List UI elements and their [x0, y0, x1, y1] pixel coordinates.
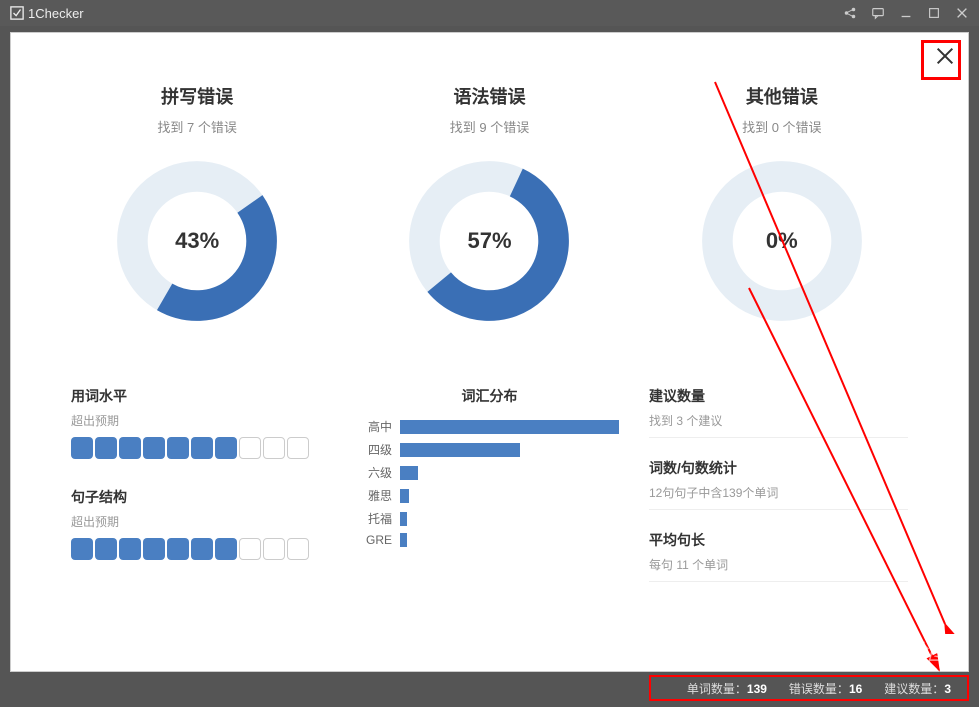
level-square: [263, 437, 285, 459]
vocab-bar-track: [400, 489, 619, 503]
level-square: [95, 437, 117, 459]
app-title: 1Checker: [28, 6, 84, 21]
level-square: [167, 437, 189, 459]
stats-row: 用词水平 超出预期 句子结构 超出预期 词汇分布 高中四级六级雅思托福 GRE 建…: [11, 356, 968, 632]
metric-sentence-structure: 句子结构 超出预期: [71, 487, 330, 560]
summary-subtitle: 每句 11 个单词: [649, 556, 908, 582]
vocab-bar: [400, 443, 520, 457]
donut-charts-row: 拼写错误 找到 7 个错误 43% 语法错误 找到 9 个错误 57%: [11, 33, 968, 356]
donut-percent-label: 0%: [697, 156, 867, 326]
metric-title: 用词水平: [71, 386, 330, 406]
summary-title: 词数/句数统计: [649, 458, 908, 478]
status-word-count: 单词数量：139: [687, 680, 767, 697]
vocab-bar: [400, 533, 407, 547]
maximize-icon[interactable]: [927, 6, 941, 20]
donut-chart: 43%: [112, 156, 282, 326]
status-suggestion-count: 建议数量：3: [884, 680, 951, 697]
minimize-icon[interactable]: [899, 6, 913, 20]
donut-subtitle: 找到 9 个错误: [374, 117, 604, 136]
level-square: [119, 538, 141, 560]
vocab-label: 四级: [360, 441, 392, 458]
level-metrics-col: 用词水平 超出预期 句子结构 超出预期: [71, 386, 330, 602]
vocab-row: 四级: [360, 441, 619, 458]
level-square: [71, 538, 93, 560]
vocab-bar: [400, 489, 409, 503]
donut-subtitle: 找到 0 个错误: [667, 117, 897, 136]
level-square: [287, 538, 309, 560]
donut-percent-label: 57%: [404, 156, 574, 326]
vocab-label: 托福: [360, 510, 392, 527]
vocab-label: 雅思: [360, 487, 392, 504]
level-square: [239, 437, 261, 459]
donut-chart: 0%: [697, 156, 867, 326]
app-logo: 1Checker: [10, 6, 84, 21]
donut-spelling: 拼写错误 找到 7 个错误 43%: [82, 83, 312, 326]
metric-subtitle: 超出预期: [71, 513, 330, 530]
summary-suggestions: 建议数量 找到 3 个建议: [649, 386, 908, 438]
level-square: [215, 538, 237, 560]
metric-subtitle: 超出预期: [71, 412, 330, 429]
summary-avg-length: 平均句长 每句 11 个单词: [649, 530, 908, 582]
vocab-bar: [400, 420, 619, 434]
summary-subtitle: 12句句子中含139个单词: [649, 484, 908, 510]
report-panel: 拼写错误 找到 7 个错误 43% 语法错误 找到 9 个错误 57%: [10, 32, 969, 672]
summary-word-sentence: 词数/句数统计 12句句子中含139个单词: [649, 458, 908, 510]
level-square: [263, 538, 285, 560]
vocab-row: 托福: [360, 510, 619, 527]
feedback-icon[interactable]: [871, 6, 885, 20]
level-square: [167, 538, 189, 560]
metric-title: 句子结构: [71, 487, 330, 507]
level-square: [71, 437, 93, 459]
level-square: [239, 538, 261, 560]
vocab-row: 六级: [360, 464, 619, 481]
vocab-bar-track: [400, 443, 619, 457]
level-square: [143, 538, 165, 560]
vocab-bar-track: [400, 420, 619, 434]
summary-title: 建议数量: [649, 386, 908, 406]
vocab-bar-track: [400, 466, 619, 480]
vocab-bar-track: [400, 533, 619, 547]
donut-title: 拼写错误: [82, 83, 312, 109]
donut-chart: 57%: [404, 156, 574, 326]
vocab-row: 高中: [360, 418, 619, 435]
squares-indicator: [71, 538, 330, 560]
vocab-bar-track: [400, 512, 619, 526]
share-icon[interactable]: [843, 6, 857, 20]
app-logo-icon: [10, 6, 24, 20]
vocab-title: 词汇分布: [360, 386, 619, 406]
level-square: [287, 437, 309, 459]
donut-other: 其他错误 找到 0 个错误 0%: [667, 83, 897, 326]
level-square: [119, 437, 141, 459]
squares-indicator: [71, 437, 330, 459]
metric-word-level: 用词水平 超出预期: [71, 386, 330, 459]
window-controls: [843, 6, 969, 20]
status-error-count: 错误数量：16: [789, 680, 862, 697]
vocab-label: GRE: [360, 533, 392, 547]
level-square: [215, 437, 237, 459]
donut-grammar: 语法错误 找到 9 个错误 57%: [374, 83, 604, 326]
vocab-bars: 高中四级六级雅思托福 GRE: [360, 418, 619, 547]
vocab-row: GRE: [360, 533, 619, 547]
summary-title: 平均句长: [649, 530, 908, 550]
level-square: [143, 437, 165, 459]
vocab-distribution-col: 词汇分布 高中四级六级雅思托福 GRE: [360, 386, 619, 602]
summary-subtitle: 找到 3 个建议: [649, 412, 908, 438]
vocab-bar: [400, 512, 407, 526]
vocab-bar: [400, 466, 418, 480]
titlebar: 1Checker: [0, 0, 979, 26]
status-bar: 单词数量：139 错误数量：16 建议数量：3: [10, 677, 969, 699]
close-window-icon[interactable]: [955, 6, 969, 20]
summary-col: 建议数量 找到 3 个建议 词数/句数统计 12句句子中含139个单词 平均句长…: [649, 386, 908, 602]
level-square: [191, 538, 213, 560]
donut-subtitle: 找到 7 个错误: [82, 117, 312, 136]
vocab-row: 雅思: [360, 487, 619, 504]
donut-percent-label: 43%: [112, 156, 282, 326]
donut-title: 语法错误: [374, 83, 604, 109]
level-square: [95, 538, 117, 560]
vocab-label: 高中: [360, 418, 392, 435]
donut-title: 其他错误: [667, 83, 897, 109]
level-square: [191, 437, 213, 459]
vocab-label: 六级: [360, 464, 392, 481]
close-report-button[interactable]: [930, 41, 960, 71]
